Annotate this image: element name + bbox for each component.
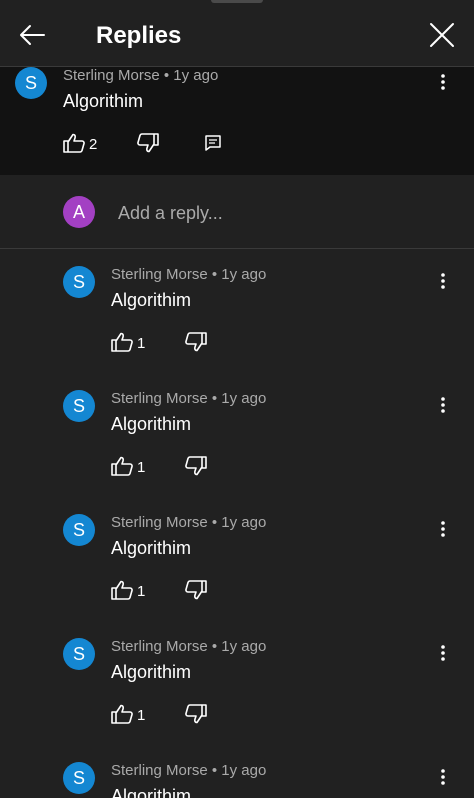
comment-icon: [205, 135, 221, 151]
list-item: S Sterling Morse • 1y ago Algorithim: [0, 745, 474, 798]
comment-text: Algorithim: [111, 786, 192, 798]
comment-text: Algorithim: [111, 414, 192, 434]
header: Replies: [0, 0, 474, 67]
replies-list: S Sterling Morse • 1y ago Algorithim 1 S…: [0, 249, 474, 798]
thumbs-down-icon: [185, 332, 207, 352]
reply-button[interactable]: [200, 130, 226, 156]
dislike-button[interactable]: [183, 701, 209, 727]
back-button[interactable]: [14, 18, 50, 52]
more-vert-icon: [441, 769, 445, 785]
like-button[interactable]: [109, 701, 135, 727]
like-count: 1: [137, 459, 146, 476]
thumbs-down-icon: [185, 580, 207, 600]
thumbs-up-icon: [111, 456, 133, 476]
avatar[interactable]: S: [63, 762, 95, 794]
like-button[interactable]: [61, 130, 87, 156]
reply-input[interactable]: [116, 197, 440, 229]
more-button[interactable]: [433, 269, 453, 293]
like-count: 2: [89, 136, 98, 153]
avatar-letter: S: [72, 395, 85, 416]
thumbs-up-icon: [63, 133, 85, 153]
comment-meta: Sterling Morse • 1y ago: [63, 67, 219, 84]
list-item: S Sterling Morse • 1y ago Algorithim 1: [0, 249, 474, 373]
more-button[interactable]: [433, 517, 453, 541]
like-button[interactable]: [109, 577, 135, 603]
comment-text: Algorithim: [111, 662, 192, 682]
page-title: Replies: [96, 22, 182, 49]
comment-text: Algorithim: [63, 91, 144, 111]
avatar-letter: S: [24, 72, 37, 93]
list-item: S Sterling Morse • 1y ago Algorithim 1: [0, 621, 474, 745]
avatar-letter: S: [72, 519, 85, 540]
more-vert-icon: [441, 645, 445, 661]
like-count: 1: [137, 335, 146, 352]
parent-comment: S Sterling Morse • 1y ago Algorithim 2: [0, 67, 474, 175]
avatar-letter: A: [72, 201, 85, 222]
thumbs-down-icon: [137, 133, 159, 153]
comment-meta: Sterling Morse • 1y ago: [111, 514, 267, 531]
list-item: S Sterling Morse • 1y ago Algorithim 1: [0, 373, 474, 497]
avatar-letter: S: [72, 271, 85, 292]
more-vert-icon: [441, 521, 445, 537]
thumbs-up-icon: [111, 332, 133, 352]
thumbs-up-icon: [111, 580, 133, 600]
close-button[interactable]: [424, 18, 460, 52]
drag-handle[interactable]: [211, 0, 263, 3]
comment-meta: Sterling Morse • 1y ago: [111, 762, 267, 779]
reply-composer: A: [0, 175, 474, 249]
more-vert-icon: [441, 397, 445, 413]
like-count: 1: [137, 583, 146, 600]
like-button[interactable]: [109, 453, 135, 479]
more-button[interactable]: [433, 765, 453, 789]
avatar[interactable]: S: [15, 67, 47, 99]
avatar-letter: S: [72, 643, 85, 664]
list-item: S Sterling Morse • 1y ago Algorithim 1: [0, 497, 474, 621]
avatar[interactable]: S: [63, 390, 95, 422]
thumbs-down-icon: [185, 456, 207, 476]
thumbs-up-icon: [111, 704, 133, 724]
like-button[interactable]: [109, 329, 135, 355]
like-count: 1: [137, 707, 146, 724]
comment-text: Algorithim: [111, 538, 192, 558]
arrow-left-icon: [20, 25, 45, 45]
more-vert-icon: [441, 273, 445, 289]
comment-meta: Sterling Morse • 1y ago: [111, 638, 267, 655]
dislike-button[interactable]: [135, 130, 161, 156]
more-button[interactable]: [433, 70, 453, 94]
dislike-button[interactable]: [183, 329, 209, 355]
more-vert-icon: [441, 74, 445, 90]
dislike-button[interactable]: [183, 453, 209, 479]
more-button[interactable]: [433, 641, 453, 665]
dislike-button[interactable]: [183, 577, 209, 603]
close-icon: [430, 23, 454, 47]
avatar[interactable]: S: [63, 266, 95, 298]
avatar[interactable]: S: [63, 638, 95, 670]
avatar[interactable]: S: [63, 514, 95, 546]
more-button[interactable]: [433, 393, 453, 417]
comment-text: Algorithim: [111, 290, 192, 310]
comment-meta: Sterling Morse • 1y ago: [111, 390, 267, 407]
comment-meta: Sterling Morse • 1y ago: [111, 266, 267, 283]
avatar-letter: S: [72, 767, 85, 788]
avatar[interactable]: A: [63, 196, 95, 228]
thumbs-down-icon: [185, 704, 207, 724]
